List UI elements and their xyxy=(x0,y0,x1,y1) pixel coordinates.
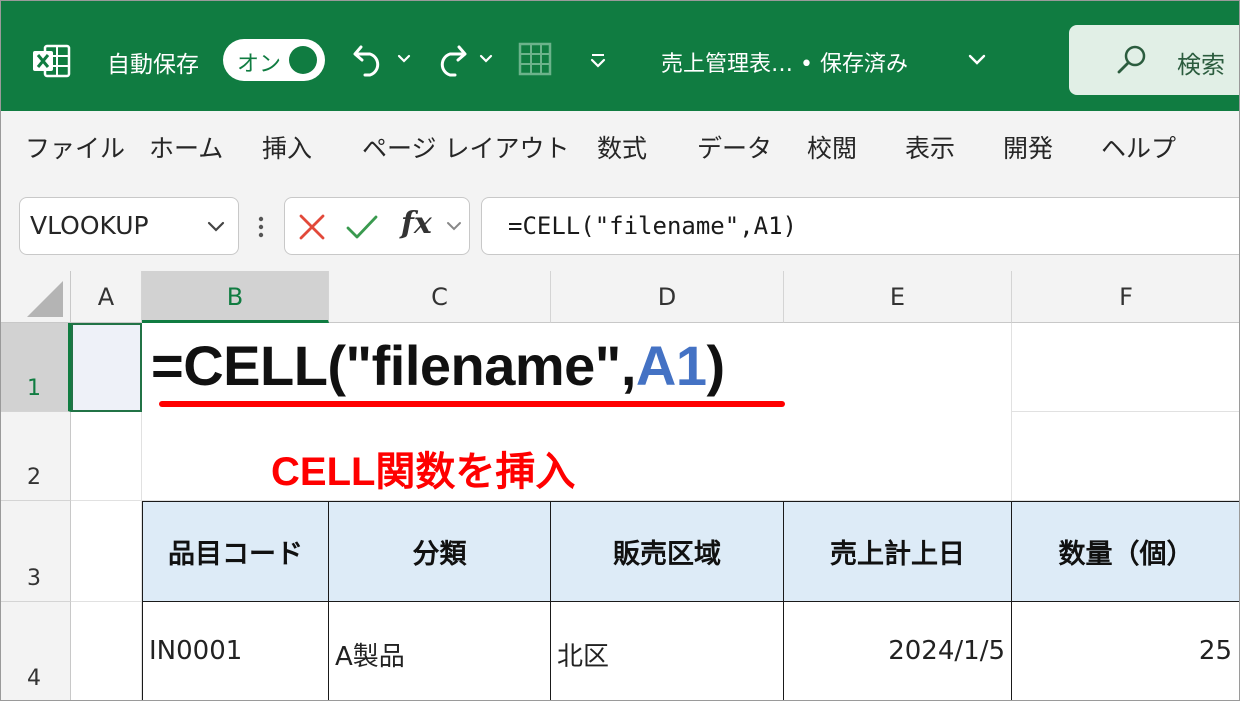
column-header-a[interactable]: A xyxy=(71,271,142,323)
column-header-f[interactable]: F xyxy=(1012,271,1239,323)
select-all-corner[interactable] xyxy=(1,271,71,323)
formula-input[interactable]: =CELL("filename",A1) xyxy=(481,197,1239,255)
title-bar: 自動保存 オン 売上管理表… • 保存済み 検索 xyxy=(1,1,1239,111)
tab-page-layout[interactable]: ページ レイアウト xyxy=(362,129,569,165)
table-header-label: 数量（個） xyxy=(1058,539,1194,570)
search-label: 検索 xyxy=(1177,51,1225,79)
tab-help[interactable]: ヘルプ xyxy=(1101,129,1176,165)
table-header-cell[interactable]: 数量（個） xyxy=(1012,501,1239,602)
table-cell-value: A製品 xyxy=(335,642,405,672)
redo-icon[interactable] xyxy=(433,43,469,77)
document-title-chevron-icon[interactable] xyxy=(967,53,987,67)
row-header-4[interactable]: 4 xyxy=(1,602,71,700)
select-all-triangle-icon xyxy=(27,281,63,317)
enter-check-icon[interactable] xyxy=(345,212,379,242)
formula-action-buttons: fx xyxy=(284,197,470,255)
tab-developer[interactable]: 開発 xyxy=(1003,129,1053,165)
table-header-label: 分類 xyxy=(412,539,467,570)
table-cell[interactable]: 北区 xyxy=(551,602,784,700)
row-header-label: 1 xyxy=(27,376,41,401)
table-header-label: 販売区域 xyxy=(613,539,721,570)
table-header-cell[interactable]: 販売区域 xyxy=(551,501,784,602)
formula-input-value: =CELL("filename",A1) xyxy=(508,212,797,240)
annotation-callout: CELL関数を挿入 xyxy=(271,450,576,494)
tab-review[interactable]: 校閲 xyxy=(807,129,857,165)
cell-formula-editor[interactable]: =CELL("filename",A1) xyxy=(151,333,725,398)
ribbon-tab-bar: ファイル ホーム 挿入 ページ レイアウト 数式 データ 校閲 表示 開発 ヘル… xyxy=(1,111,1239,179)
table-format-icon[interactable] xyxy=(517,41,553,77)
undo-dropdown-chevron-icon[interactable] xyxy=(397,53,411,65)
name-box[interactable]: VLOOKUP xyxy=(19,197,239,255)
table-header-cell[interactable]: 品目コード xyxy=(142,501,329,602)
row-header-label: 4 xyxy=(27,666,41,691)
table-header-cell[interactable]: 分類 xyxy=(329,501,551,602)
table-cell-value: 北区 xyxy=(557,642,610,672)
undo-icon[interactable] xyxy=(351,43,387,77)
fx-chevron-icon[interactable] xyxy=(445,220,463,234)
document-title[interactable]: 売上管理表… • 保存済み xyxy=(661,46,908,78)
tab-home[interactable]: ホーム xyxy=(149,129,223,165)
tab-view[interactable]: 表示 xyxy=(905,129,955,165)
table-header-cell[interactable]: 売上計上日 xyxy=(784,501,1012,602)
excel-window: 自動保存 オン 売上管理表… • 保存済み 検索 ファイル ホーム 挿入 ページ… xyxy=(0,0,1240,701)
active-cell-a1[interactable] xyxy=(71,323,142,412)
table-cell-value: 25 xyxy=(1198,636,1232,666)
cancel-icon[interactable] xyxy=(297,212,327,242)
row-header-2[interactable]: 2 xyxy=(1,412,71,501)
table-header-label: 売上計上日 xyxy=(830,539,965,570)
table-header-label: 品目コード xyxy=(168,539,303,570)
table-cell-value: IN0001 xyxy=(149,636,243,666)
tab-insert[interactable]: 挿入 xyxy=(262,129,312,165)
table-cell[interactable]: 25 xyxy=(1012,602,1239,700)
table-cell[interactable]: IN0001 xyxy=(142,602,329,700)
redo-dropdown-chevron-icon[interactable] xyxy=(479,53,493,65)
column-header-e[interactable]: E xyxy=(784,271,1012,323)
name-box-chevron-icon[interactable] xyxy=(206,220,226,234)
row-header-3[interactable]: 3 xyxy=(1,501,71,602)
formula-text-part: ) xyxy=(706,334,726,397)
tab-formulas[interactable]: 数式 xyxy=(597,129,647,165)
formula-bar-resize-handle-icon[interactable] xyxy=(257,215,265,239)
tab-data[interactable]: データ xyxy=(697,129,772,165)
insert-function-fx-icon[interactable]: fx xyxy=(401,206,432,241)
formula-reference-a1: A1 xyxy=(635,334,707,397)
column-header-b[interactable]: B xyxy=(142,271,329,323)
row-header-1[interactable]: 1 xyxy=(1,323,71,412)
toggle-knob xyxy=(289,46,317,74)
customize-toolbar-chevron-icon[interactable] xyxy=(589,51,607,69)
formula-bar: VLOOKUP fx =CELL("filename",A1) xyxy=(1,179,1239,271)
table-cell[interactable]: A製品 xyxy=(329,602,551,700)
name-box-value: VLOOKUP xyxy=(30,211,149,240)
autosave-toggle[interactable]: オン xyxy=(223,39,325,81)
table-cell-value: 2024/1/5 xyxy=(888,636,1005,666)
autosave-label: 自動保存 xyxy=(107,52,199,78)
search-box[interactable]: 検索 xyxy=(1069,25,1239,95)
column-header-d[interactable]: D xyxy=(551,271,784,323)
row-header-label: 3 xyxy=(27,566,41,591)
red-underline-highlight xyxy=(159,401,785,407)
sheet-grid: A B C D E F 1 2 3 4 =CELL("filename",A1)… xyxy=(1,271,1239,700)
formula-text-part: =CELL("filename", xyxy=(151,334,636,397)
column-header-c[interactable]: C xyxy=(329,271,551,323)
autosave-toggle-label: オン xyxy=(237,52,282,77)
search-icon xyxy=(1117,45,1146,74)
table-cell[interactable]: 2024/1/5 xyxy=(784,602,1012,700)
row-header-label: 2 xyxy=(27,465,41,490)
excel-logo-icon[interactable] xyxy=(31,43,71,79)
tab-file[interactable]: ファイル xyxy=(25,129,125,165)
